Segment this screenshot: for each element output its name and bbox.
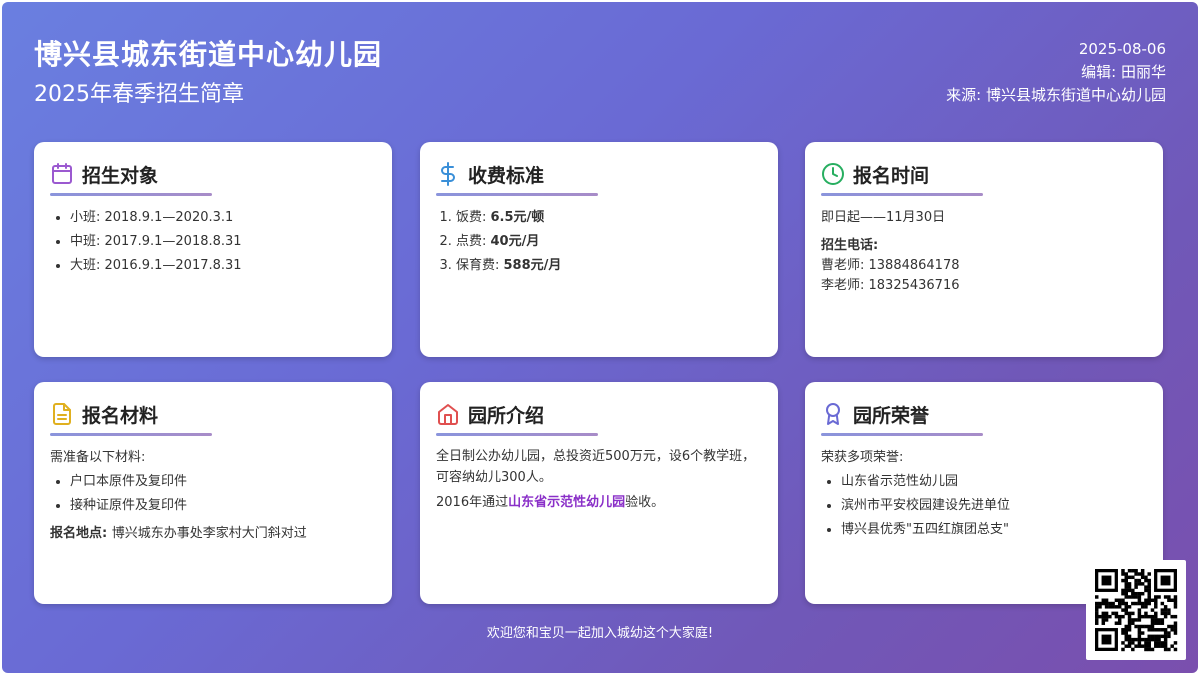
card-introduction: 园所介绍 全日制公办幼儿园，总投资近500万元，设6个教学班，可容纳幼儿300人… <box>420 382 778 604</box>
list-item: 点费: 40元/月 <box>456 230 762 254</box>
contact-phone: 李老师: 18325436716 <box>821 278 960 293</box>
intro-text: 全日制公办幼儿园，总投资近500万元，设6个教学班，可容纳幼儿300人。 <box>436 449 756 485</box>
title-underline <box>50 193 212 196</box>
list-item: 博兴县优秀"五四红旗团总支" <box>841 518 1147 542</box>
qr-code-icon <box>1095 569 1178 652</box>
title-underline <box>436 193 598 196</box>
list-item: 小班: 2018.9.1—2020.3.1 <box>70 206 376 230</box>
list-item: 山东省示范性幼儿园 <box>841 470 1147 494</box>
card-title: 报名材料 <box>82 404 159 427</box>
list-item: 大班: 2016.9.1—2017.8.31 <box>70 254 376 278</box>
accreditation-post: 验收。 <box>625 495 665 510</box>
card-title: 收费标准 <box>468 164 545 187</box>
fees-list: 饭费: 6.5元/顿 点费: 40元/月 保育费: 588元/月 <box>436 206 762 278</box>
card-enrollment-target: 招生对象 小班: 2018.9.1—2020.3.1 中班: 2017.9.1—… <box>34 142 392 357</box>
poster-background: 博兴县城东街道中心幼儿园 2025年春季招生简章 2025-08-06 编辑: … <box>2 2 1198 673</box>
list-item: 保育费: 588元/月 <box>456 254 762 278</box>
title-underline <box>50 433 212 436</box>
card-materials: 报名材料 需准备以下材料: 户口本原件及复印件 接种证原件及复印件 报名地点: … <box>34 382 392 604</box>
fee-label: 保育费: <box>456 258 504 273</box>
footer-slogan: 欢迎您和宝贝一起加入城幼这个大家庭! <box>486 626 714 641</box>
editor-label: 编辑: 田丽华 <box>1081 63 1166 81</box>
accreditation-highlight: 山东省示范性幼儿园 <box>508 495 626 510</box>
page-subtitle: 2025年春季招生简章 <box>34 82 244 107</box>
location-label: 报名地点: <box>50 526 112 541</box>
home-icon <box>438 404 458 425</box>
fee-value: 40元/月 <box>490 234 540 249</box>
card-registration-time: 报名时间 即日起——11月30日 招生电话: 曹老师: 13884864178 … <box>805 142 1163 357</box>
page-title: 博兴县城东街道中心幼儿园 <box>34 38 383 71</box>
document-icon <box>53 403 71 425</box>
title-underline <box>436 433 598 436</box>
fee-label: 饭费: <box>456 210 491 225</box>
contact-phone: 曹老师: 13884864178 <box>821 258 960 273</box>
list-item: 中班: 2017.9.1—2018.8.31 <box>70 230 376 254</box>
accreditation-pre: 2016年通过 <box>436 495 509 510</box>
title-block: 博兴县城东街道中心幼儿园 2025年春季招生简章 <box>34 36 382 112</box>
registration-location: 报名地点: 博兴城东办事处李家村大门斜对过 <box>50 522 376 546</box>
publish-date: 2025-08-06 <box>1078 40 1166 58</box>
fee-value: 588元/月 <box>503 258 562 273</box>
list-item: 饭费: 6.5元/顿 <box>456 206 762 230</box>
dollar-icon <box>441 162 455 186</box>
materials-intro: 需准备以下材料: <box>50 450 146 465</box>
list-item: 滨州市平安校园建设先进单位 <box>841 494 1147 518</box>
list-item: 户口本原件及复印件 <box>70 470 376 494</box>
enrollment-list: 小班: 2018.9.1—2020.3.1 中班: 2017.9.1—2018.… <box>50 206 376 278</box>
list-item: 接种证原件及复印件 <box>70 494 376 518</box>
card-title: 园所介绍 <box>468 404 545 427</box>
materials-list: 户口本原件及复印件 接种证原件及复印件 <box>50 470 376 518</box>
honors-intro: 荣获多项荣誉: <box>821 450 904 465</box>
card-title: 园所荣誉 <box>853 404 930 427</box>
calendar-icon <box>52 163 72 184</box>
phone-label: 招生电话: <box>821 238 879 253</box>
source-label: 来源: 博兴县城东街道中心幼儿园 <box>946 86 1166 104</box>
card-title: 报名时间 <box>853 164 930 187</box>
fee-label: 点费: <box>456 234 491 249</box>
article-meta: 2025-08-06 编辑: 田丽华 来源: 博兴县城东街道中心幼儿园 <box>946 38 1166 107</box>
card-title: 招生对象 <box>82 164 159 187</box>
card-fees: 收费标准 饭费: 6.5元/顿 点费: 40元/月 保育费: 588元/月 <box>420 142 778 357</box>
fee-value: 6.5元/顿 <box>490 210 545 225</box>
registration-period: 即日起——11月30日 <box>821 210 946 225</box>
award-icon <box>826 403 840 425</box>
title-underline <box>821 433 983 436</box>
qr-code <box>1086 560 1186 660</box>
intro-accreditation: 2016年通过山东省示范性幼儿园验收。 <box>436 491 762 515</box>
title-underline <box>821 193 983 196</box>
location-value: 博兴城东办事处李家村大门斜对过 <box>111 526 307 541</box>
honors-list: 山东省示范性幼儿园 滨州市平安校园建设先进单位 博兴县优秀"五四红旗团总支" <box>821 470 1147 542</box>
clock-icon <box>822 163 844 185</box>
